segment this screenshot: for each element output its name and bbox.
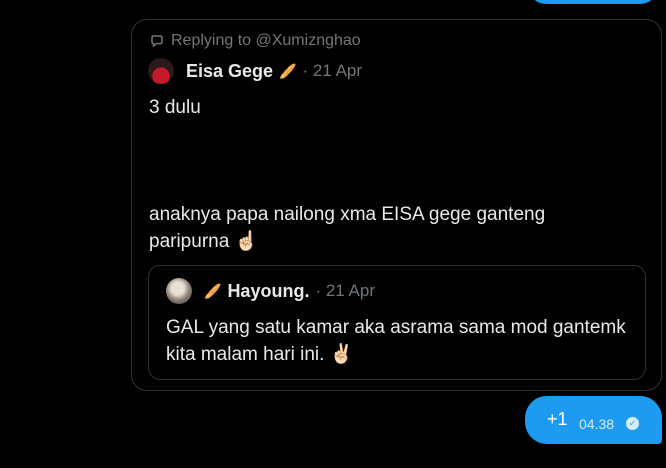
sent-message-bubble[interactable]: +1 04.38 ✓	[525, 396, 662, 444]
message-text: +1	[547, 409, 568, 429]
avatar[interactable]	[148, 58, 174, 84]
post-author-row[interactable]: Eisa Gege 🥖 · 21 Apr	[148, 58, 362, 84]
bread-emoji-icon: 🥖	[279, 62, 297, 79]
reply-speech-bubble-icon	[149, 33, 165, 49]
replying-to-line: Replying to @Xumiznghao	[149, 32, 361, 50]
bread-emoji-icon: 🥖	[204, 282, 222, 299]
quoted-post-date: · 21 Apr	[315, 281, 375, 300]
post-date[interactable]: · 21 Apr	[302, 61, 362, 81]
shared-post-card[interactable]: Replying to @Xumiznghao Eisa Gege 🥖 · 21…	[131, 19, 662, 391]
quoted-post-text: GAL yang satu kamar aka asrama sama mod …	[166, 317, 626, 365]
replying-to-text: Replying to @Xumiznghao	[171, 32, 361, 49]
message-time: 04.38	[579, 416, 615, 432]
quoted-avatar	[166, 278, 192, 304]
previous-message-bubble[interactable]	[528, 0, 658, 4]
quoted-author-name: Hayoung.	[227, 280, 310, 301]
quoted-author-row: 🥖 Hayoung. · 21 Apr	[166, 278, 375, 304]
author-name[interactable]: Eisa Gege	[186, 61, 273, 82]
post-text-line2: anaknya papa nailong xma EISA gege gante…	[149, 204, 546, 252]
quoted-post-card[interactable]: 🥖 Hayoung. · 21 Apr GAL yang satu kamar …	[148, 265, 646, 380]
read-check-icon: ✓	[626, 417, 639, 430]
post-text-line1: 3 dulu	[149, 97, 201, 118]
